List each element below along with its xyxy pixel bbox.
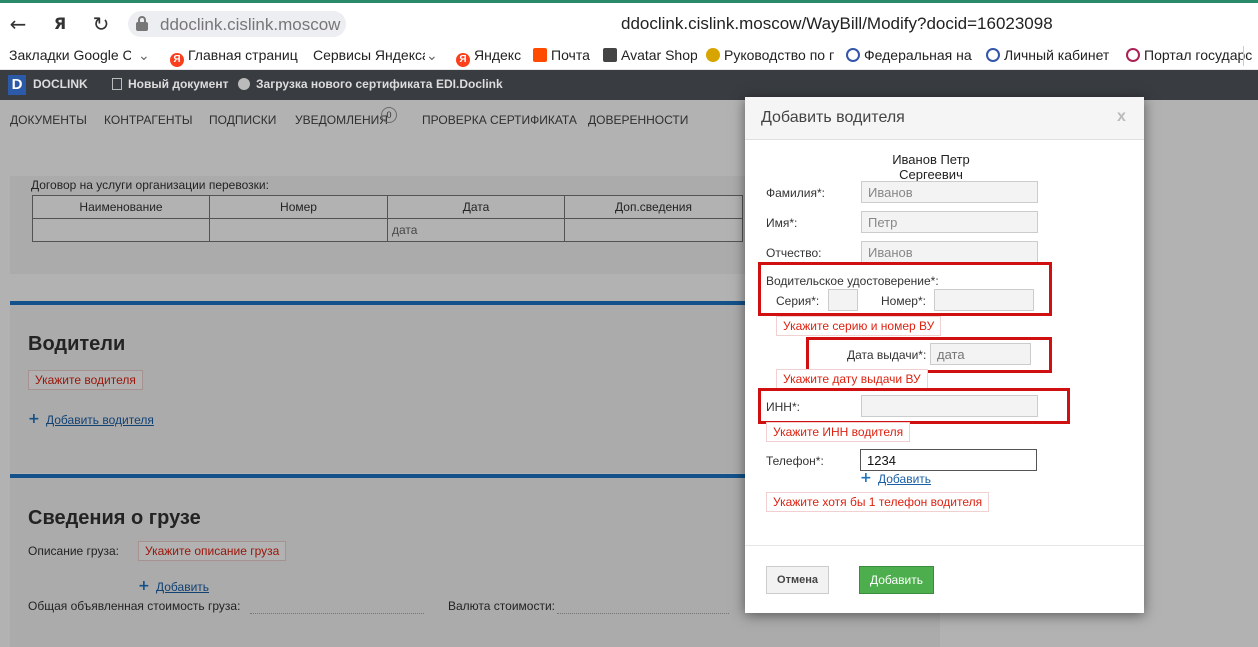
bookmark-personal-account[interactable]: Личный кабинет н [986,47,1112,63]
yandex-icon: Я [456,53,470,67]
certificate-icon [238,78,250,90]
phone-label: Телефон*: [766,454,824,468]
phone-add-link[interactable]: Добавить [878,472,931,486]
bookmark-label: Яндекс [474,47,522,63]
dialog-footer: Отмена Добавить [745,545,1144,613]
highlight-box [758,262,1052,316]
highlight-box [806,337,1052,373]
plus-icon[interactable]: + [860,470,872,486]
logo-icon: D [8,75,26,95]
name-label: Имя*: [766,216,798,230]
chevron-down-icon[interactable]: ⌄ [138,47,150,64]
inn-error: Укажите ИНН водителя [766,422,911,442]
bookmark-tax-service[interactable]: Федеральная нал [846,47,972,63]
edi-link[interactable]: EDI.Doclink [436,77,503,91]
bookmark-label: Федеральная нал [864,47,972,63]
bookmark-guide[interactable]: Руководство по п [706,47,834,63]
bookmark-label: Руководство по п [724,47,834,63]
patronymic-input[interactable] [861,241,1038,263]
surname-input[interactable] [861,181,1038,203]
emblem-icon [986,48,1000,62]
portal-icon [1126,48,1140,62]
close-icon[interactable]: x [1117,108,1126,126]
app-header: D DOCLINK Новый документ Загрузка нового… [0,70,1258,100]
add-driver-dialog: Добавить водителя x Иванов Петр Сергееви… [745,97,1144,613]
reload-icon[interactable]: ↻ [89,12,113,36]
phone-error: Укажите хотя бы 1 телефон водителя [766,492,990,512]
bookmark-label: Почта [551,47,590,63]
bookmark-google[interactable]: Закладки Google Ch [9,47,131,63]
surname-label: Фамилия*: [766,186,825,200]
bookmark-label: Личный кабинет н [1004,47,1112,63]
bookmark-label: Сервисы Яндекса [313,47,425,63]
lock-icon [136,16,148,31]
url-pill[interactable]: ddoclink.cislink.moscow [128,11,346,37]
name-input[interactable] [861,211,1038,233]
bookmarks-bar: Закладки Google Ch ⌄ Я Главная страница С… [0,42,1258,70]
bookmark-label: Портал государст [1144,47,1252,63]
document-icon [112,78,122,90]
emblem-icon [846,48,860,62]
bookmark-label: Avatar Shop [621,47,697,63]
link-label: Новый документ [128,77,229,91]
logo-text[interactable]: DOCLINK [33,77,88,91]
issue-date-error: Укажите дату выдачи ВУ [776,369,928,389]
new-document-link[interactable]: Новый документ [112,77,228,91]
page-url: ddoclink.cislink.moscow/WayBill/Modify?d… [621,14,1053,33]
link-label: Загрузка нового сертификата [256,77,433,91]
bookmark-yandex[interactable]: Я Яндекс [456,47,522,67]
roblox-icon [603,48,617,62]
bookmark-label: Закладки Google Ch [9,47,131,63]
arrow-left-icon[interactable]: ← [6,12,30,36]
gear-icon [706,48,720,62]
upload-certificate-link[interactable]: Загрузка нового сертификата [238,77,432,91]
add-driver-button[interactable]: Добавить [859,566,934,594]
cancel-button[interactable]: Отмена [766,566,829,594]
bookmark-avatar-shop[interactable]: Avatar Shop [603,47,697,63]
separator [1243,46,1244,66]
patronymic-label: Отчество: [766,246,822,260]
dialog-title: Добавить водителя [761,109,905,126]
url-host: ddoclink.cislink.moscow [160,15,341,34]
bookmark-main-page[interactable]: Я Главная страница [170,47,298,67]
yandex-logo-icon[interactable]: Я [48,12,72,36]
bookmark-mail[interactable]: Почта [533,47,591,63]
bookmark-gov-portal[interactable]: Портал государст [1126,47,1252,63]
bookmark-label: Главная страница [188,47,298,63]
phone-input[interactable] [860,449,1037,471]
license-error: Укажите серию и номер ВУ [776,316,942,336]
browser-address-bar: ← Я ↻ ddoclink.cislink.moscow ddoclink.c… [0,0,1258,42]
highlight-box [758,388,1070,424]
dialog-header: Добавить водителя x [745,97,1144,140]
yandex-icon: Я [170,53,184,67]
bookmark-yandex-services[interactable]: Сервисы Яндекса [313,47,425,63]
chevron-down-icon[interactable]: ⌄ [426,47,438,64]
mail-icon [533,48,547,62]
